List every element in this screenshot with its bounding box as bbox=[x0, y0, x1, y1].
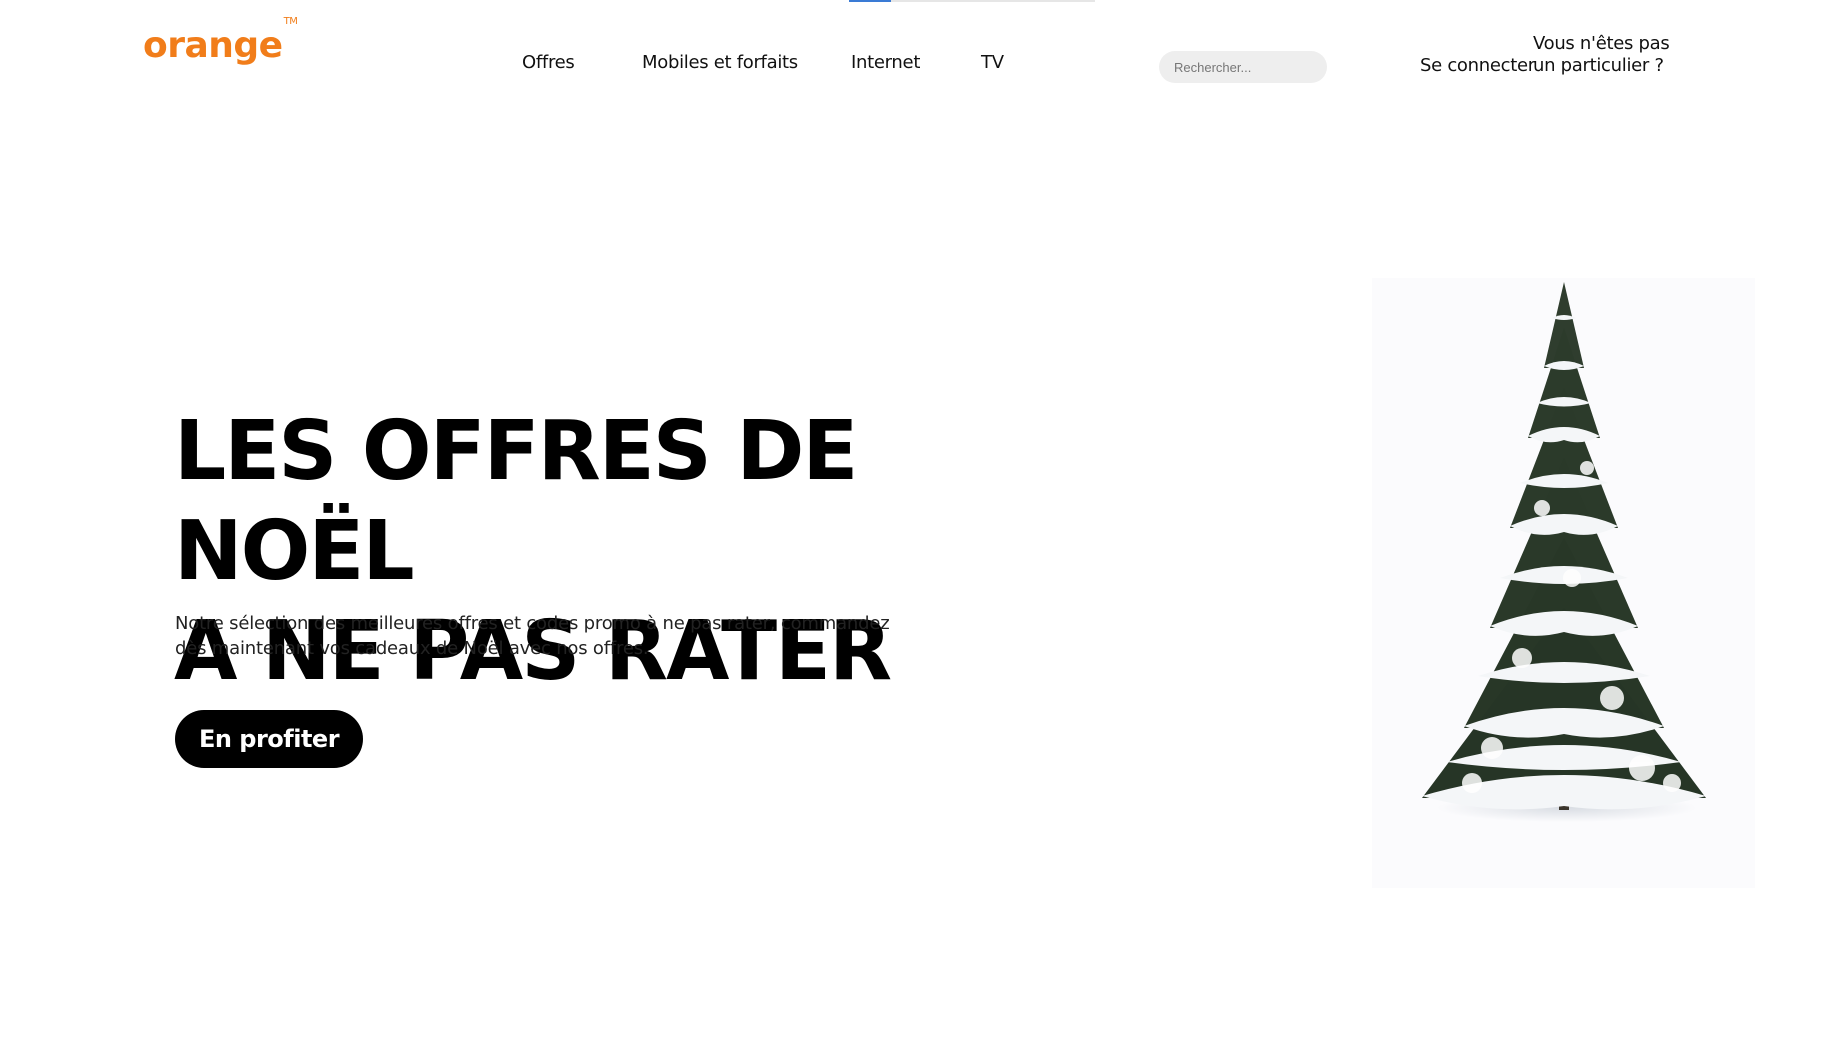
hero-description-line-1: Notre sélection des meilleures offres et… bbox=[175, 613, 890, 634]
hero-description: Notre sélection des meilleures offres et… bbox=[175, 611, 895, 661]
page: orangeTM Offres Mobiles et forfaits Inte… bbox=[0, 0, 1836, 1047]
nav-item-offres[interactable]: Offres bbox=[522, 52, 575, 73]
logo-trademark: TM bbox=[283, 16, 298, 27]
nav-item-tv[interactable]: TV bbox=[981, 52, 1004, 73]
page-loading-bar bbox=[849, 0, 1095, 2]
logo-text: orange bbox=[143, 25, 283, 66]
hero-description-line-2: dès maintenant vos cadeaux de Noël avec … bbox=[175, 638, 649, 659]
login-link[interactable]: Se connecter bbox=[1420, 55, 1535, 76]
not-particulier-link[interactable]: Vous n'êtes pas un particulier ? bbox=[1533, 33, 1693, 77]
hero-title-line-1: LES OFFRES DE NOËL bbox=[174, 404, 858, 599]
page-loading-bar-fill bbox=[849, 0, 891, 2]
search-input[interactable] bbox=[1159, 51, 1327, 83]
nav-item-internet[interactable]: Internet bbox=[851, 52, 920, 73]
orange-logo[interactable]: orangeTM bbox=[143, 17, 298, 66]
en-profiter-button[interactable]: En profiter bbox=[175, 710, 363, 768]
nav-item-mobiles-et-forfaits[interactable]: Mobiles et forfaits bbox=[642, 52, 798, 73]
snowy-tree-icon bbox=[1422, 282, 1706, 822]
snowy-christmas-tree-image bbox=[1372, 278, 1755, 888]
